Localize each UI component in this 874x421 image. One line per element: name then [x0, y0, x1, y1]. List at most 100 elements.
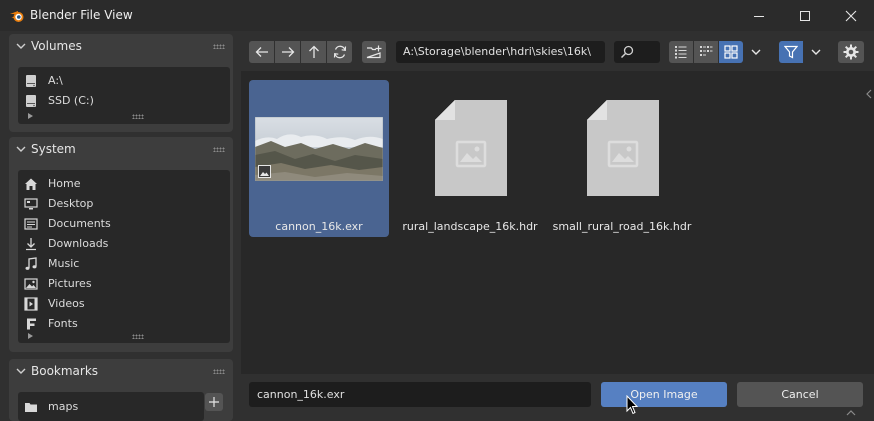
title-bar: Blender File View: [0, 0, 874, 31]
grid-view-icon: [724, 45, 738, 59]
horizontal-list-view-button[interactable]: [694, 41, 718, 63]
close-button[interactable]: [828, 0, 874, 31]
directory-path-field[interactable]: A:\Storage\blender\hdri\skies\16k\: [396, 41, 605, 63]
forward-button[interactable]: [275, 41, 300, 63]
arrow-up-icon: [308, 45, 319, 58]
filter-icon: [784, 45, 798, 59]
drag-handle-icon[interactable]: [213, 369, 225, 374]
volumes-list: A:\ SSD (C:): [18, 67, 230, 124]
sidebar-item-a-drive[interactable]: A:\: [18, 71, 230, 91]
chevron-down-icon: [16, 146, 26, 152]
drive-icon: [26, 95, 36, 107]
bookmarks-panel: Bookmarks maps: [9, 359, 233, 421]
sidebar-item-videos[interactable]: Videos: [18, 294, 230, 314]
resize-handle-icon[interactable]: [132, 114, 144, 119]
gear-icon: [843, 44, 859, 60]
filter-toggle-button[interactable]: [779, 41, 803, 63]
minimize-icon: [754, 15, 764, 17]
refresh-button[interactable]: [327, 41, 352, 63]
maximize-icon: [800, 10, 810, 21]
system-panel-header[interactable]: System: [9, 137, 233, 161]
image-file-icon: [587, 100, 659, 196]
blender-logo-icon: [10, 11, 24, 22]
file-item[interactable]: small_rural_road_16k.hdr: [552, 80, 692, 237]
file-item[interactable]: cannon_16k.exr: [249, 80, 389, 237]
sidebar-item-home[interactable]: Home: [18, 174, 230, 194]
search-icon: [620, 45, 634, 59]
mouse-cursor-icon: [626, 395, 638, 415]
directory-path-text: A:\Storage\blender\hdri\skies\16k\: [403, 45, 591, 58]
chevron-down-icon: [811, 49, 821, 55]
chevron-down-icon: [16, 368, 26, 374]
image-file-icon: [435, 100, 507, 196]
settings-button[interactable]: [838, 41, 864, 63]
expand-triangle-icon[interactable]: [28, 333, 33, 339]
folder-icon: [25, 403, 37, 412]
hdri-thumbnail-image: [255, 117, 383, 181]
arrow-right-icon: [281, 47, 294, 57]
bookmarks-panel-header[interactable]: Bookmarks: [9, 359, 233, 383]
back-button[interactable]: [249, 41, 274, 63]
downloads-icon: [26, 238, 36, 251]
arrow-left-icon: [255, 47, 268, 57]
sidebar-item-music[interactable]: Music: [18, 254, 230, 274]
volumes-panel-title: Volumes: [31, 39, 82, 53]
cancel-label: Cancel: [781, 388, 819, 401]
bookmarks-panel-title: Bookmarks: [31, 364, 99, 378]
resize-handle-icon[interactable]: [132, 334, 144, 339]
window-title: Blender File View: [30, 8, 133, 22]
file-item[interactable]: rural_landscape_16k.hdr: [400, 80, 540, 237]
thumbnail-view-button[interactable]: [719, 41, 743, 63]
new-folder-icon: [366, 45, 382, 59]
plus-icon: [209, 397, 219, 407]
open-image-button[interactable]: Open Image: [601, 382, 727, 407]
sidebar-item-downloads[interactable]: Downloads: [18, 234, 230, 254]
drive-icon: [26, 75, 36, 87]
music-icon: [25, 257, 37, 270]
chevron-down-icon: [751, 49, 761, 55]
system-panel-title: System: [31, 142, 76, 156]
sidebar-item-desktop[interactable]: Desktop: [18, 194, 230, 214]
file-name: small_rural_road_16k.hdr: [552, 220, 692, 233]
volumes-panel-header[interactable]: Volumes: [9, 34, 233, 58]
refresh-icon: [333, 45, 346, 59]
maximize-button[interactable]: [782, 0, 828, 31]
display-settings-dropdown[interactable]: [744, 41, 768, 63]
drag-handle-icon[interactable]: [213, 147, 225, 152]
fonts-icon: [27, 318, 36, 330]
search-field[interactable]: [614, 41, 660, 63]
volumes-panel: Volumes A:\ SSD (C:): [9, 34, 233, 132]
system-list: Home Desktop Documents Downloads Music P…: [18, 170, 230, 343]
home-icon: [25, 178, 37, 190]
close-icon: [845, 10, 857, 21]
system-panel: System Home Desktop Documents Downloads: [9, 137, 233, 352]
list-view-icon: [675, 46, 687, 59]
sidebar-item-maps[interactable]: maps: [18, 397, 204, 417]
chevron-down-icon: [16, 43, 26, 49]
parent-directory-button[interactable]: [301, 41, 326, 63]
file-name: rural_landscape_16k.hdr: [402, 220, 538, 233]
add-bookmark-button[interactable]: [205, 393, 223, 411]
expand-triangle-icon[interactable]: [28, 113, 33, 119]
new-folder-button[interactable]: [362, 41, 386, 63]
sidebar-item-pictures[interactable]: Pictures: [18, 274, 230, 294]
file-name: cannon_16k.exr: [275, 220, 363, 233]
pictures-icon: [24, 278, 38, 290]
drag-handle-icon[interactable]: [213, 44, 225, 49]
sidebar-item-documents[interactable]: Documents: [18, 214, 230, 234]
sidebar-item-fonts[interactable]: Fonts: [18, 314, 230, 334]
documents-icon: [24, 218, 38, 230]
image-type-icon: [258, 165, 271, 178]
cancel-button[interactable]: Cancel: [737, 382, 863, 407]
chevron-up-icon[interactable]: [846, 408, 856, 416]
sidebar-item-ssd-c[interactable]: SSD (C:): [18, 91, 230, 111]
videos-icon: [24, 297, 38, 311]
desktop-icon: [24, 198, 38, 210]
filename-input[interactable]: [249, 382, 591, 407]
filter-settings-dropdown[interactable]: [804, 41, 828, 63]
chevron-left-icon[interactable]: [865, 89, 873, 99]
vertical-list-view-button[interactable]: [669, 41, 693, 63]
sidebar: Volumes A:\ SSD (C:) System Home Desktop…: [0, 31, 240, 421]
minimize-button[interactable]: [736, 0, 782, 31]
open-image-label: Open Image: [630, 388, 698, 401]
